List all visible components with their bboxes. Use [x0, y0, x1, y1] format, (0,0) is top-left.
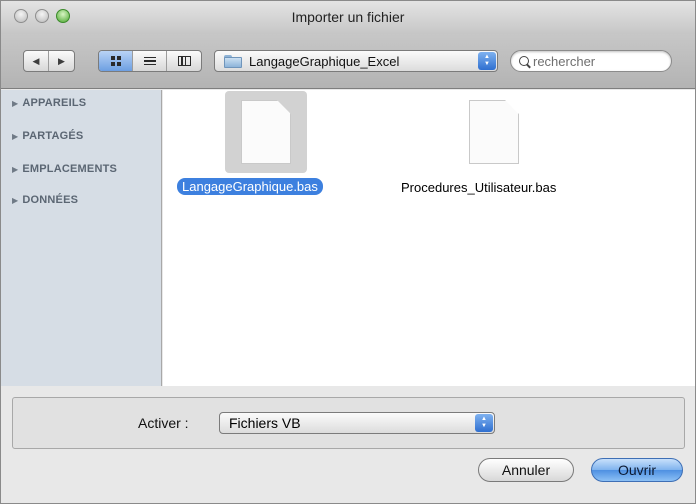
column-view-icon — [177, 56, 191, 66]
list-view-button[interactable] — [133, 51, 168, 71]
sidebar-item-label: APPAREILS — [22, 97, 87, 109]
search-icon — [519, 56, 529, 66]
icon-view-icon — [110, 56, 121, 66]
disclosure-triangle-icon[interactable]: ▶ — [12, 165, 18, 174]
folder-icon — [224, 54, 242, 68]
sidebar-item-devices[interactable]: ▶ APPAREILS — [12, 97, 86, 109]
sidebar-item-label: DONNÉES — [22, 194, 79, 206]
view-mode-segmented-control — [98, 50, 202, 72]
import-file-dialog: Importer un fichier ◀ ▶ LangageGraphique — [0, 0, 696, 504]
forward-arrow-icon: ▶ — [58, 55, 65, 66]
toolbar: ◀ ▶ LangageGraphique_Excel ▲ ▼ — [1, 34, 695, 89]
sidebar-item-label: PARTAGÉS — [22, 130, 84, 142]
list-view-icon — [143, 56, 156, 66]
search-input[interactable] — [533, 53, 663, 69]
sidebar-item-places[interactable]: ▶ EMPLACEMENTS — [12, 163, 117, 175]
back-arrow-icon: ◀ — [32, 55, 40, 66]
window-title: Importer un fichier — [291, 9, 405, 25]
navigation-segmented-control: ◀ ▶ — [23, 50, 75, 72]
document-icon — [469, 100, 519, 164]
search-field[interactable] — [510, 50, 672, 72]
location-popup[interactable]: LangageGraphique_Excel ▲ ▼ — [214, 50, 498, 72]
title-bar[interactable]: Importer un fichier — [1, 1, 695, 34]
options-panel: Activer : Fichiers VB ▲ ▼ — [12, 397, 685, 449]
disclosure-triangle-icon[interactable]: ▶ — [12, 196, 18, 205]
file-item[interactable]: LangageGraphique.bas — [163, 90, 363, 210]
open-button[interactable]: Ouvrir — [591, 458, 683, 482]
sidebar-item-data[interactable]: ▶ DONNÉES — [12, 194, 78, 206]
file-type-value: Fichiers VB — [229, 415, 301, 431]
file-type-popup[interactable]: Fichiers VB ▲ ▼ — [219, 412, 495, 434]
file-item[interactable]: Procedures_Utilisateur.bas — [383, 90, 603, 210]
file-name: LangageGraphique.bas — [177, 178, 323, 195]
cancel-button[interactable]: Annuler — [478, 458, 574, 482]
popup-arrows-icon: ▲ ▼ — [478, 52, 496, 70]
disclosure-triangle-icon[interactable]: ▶ — [12, 99, 18, 108]
back-button[interactable]: ◀ — [24, 51, 50, 71]
popup-arrows-icon: ▲ ▼ — [475, 414, 493, 432]
column-view-button[interactable] — [167, 51, 201, 71]
location-label: LangageGraphique_Excel — [249, 53, 400, 69]
file-name: Procedures_Utilisateur.bas — [401, 180, 557, 195]
forward-button[interactable]: ▶ — [49, 51, 74, 71]
file-browser: LangageGraphique.bas Procedures_Utilisat… — [163, 90, 695, 386]
sidebar: ▶ APPAREILS ▶ PARTAGÉS ▶ EMPLACEMENTS ▶ … — [1, 90, 162, 386]
disclosure-triangle-icon[interactable]: ▶ — [12, 132, 18, 141]
document-icon — [241, 100, 291, 164]
sidebar-item-label: EMPLACEMENTS — [22, 163, 118, 175]
sidebar-item-shared[interactable]: ▶ PARTAGÉS — [12, 130, 83, 142]
icon-view-button[interactable] — [99, 51, 134, 71]
activate-label: Activer : — [138, 415, 189, 431]
